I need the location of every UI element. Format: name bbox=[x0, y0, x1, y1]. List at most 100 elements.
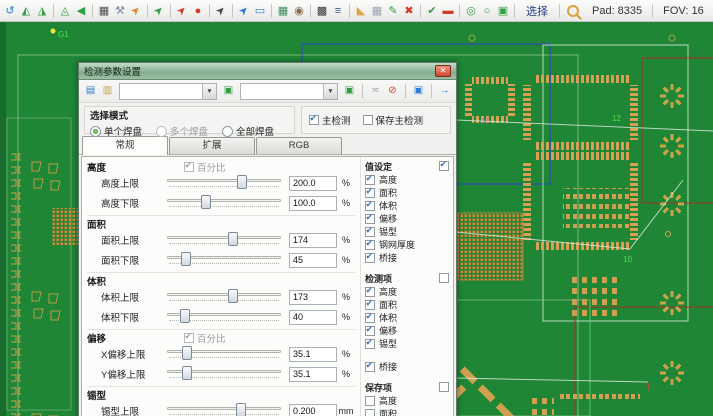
value-field[interactable]: 200.0 bbox=[289, 176, 337, 191]
option-checkbox[interactable]: 面积 bbox=[365, 186, 449, 199]
slider-thumb[interactable] bbox=[201, 195, 211, 209]
image-icon[interactable]: ▦ bbox=[96, 3, 112, 19]
magnifier-icon[interactable] bbox=[567, 5, 579, 17]
adjust-icon[interactable]: ≍ bbox=[368, 84, 383, 99]
open-params-icon[interactable]: ▤ bbox=[83, 84, 98, 99]
slider-thumb[interactable] bbox=[181, 252, 191, 266]
apply-icon[interactable]: ✔ bbox=[424, 3, 440, 19]
option-checkbox[interactable]: 高度 bbox=[365, 394, 449, 407]
select-mode-button[interactable]: 选择 bbox=[526, 3, 548, 19]
main-detect-checkbox[interactable]: 主检测 bbox=[309, 113, 351, 127]
checkbox-icon bbox=[365, 313, 375, 323]
close-button[interactable]: ✕ bbox=[435, 65, 451, 77]
slider-thumb[interactable] bbox=[228, 289, 238, 303]
slider-thumb[interactable] bbox=[182, 366, 192, 380]
slider-4-0[interactable] bbox=[167, 403, 281, 416]
value-field[interactable]: 40 bbox=[289, 310, 337, 325]
apply-params2-icon[interactable]: ▣ bbox=[342, 84, 357, 99]
percent-checkbox[interactable]: 百分比 bbox=[184, 160, 226, 174]
square-icon[interactable]: ▣ bbox=[495, 3, 511, 19]
value-field[interactable]: 35.1 bbox=[289, 367, 337, 382]
flip-vertical-icon[interactable]: ◮ bbox=[34, 3, 50, 19]
cone-icon[interactable]: ◀ bbox=[73, 3, 89, 19]
slider-2-0[interactable] bbox=[167, 289, 281, 305]
grid-light-icon[interactable]: ▦ bbox=[369, 3, 385, 19]
apply-params-icon[interactable]: ▣ bbox=[221, 84, 236, 99]
slider-thumb[interactable] bbox=[182, 346, 192, 360]
slider-thumb[interactable] bbox=[228, 232, 238, 246]
chevron-down-icon[interactable]: ▼ bbox=[202, 84, 216, 99]
dialog-titlebar[interactable]: 检测参数设置 ✕ bbox=[79, 63, 456, 80]
circle-icon[interactable]: ○ bbox=[479, 3, 495, 19]
delete-icon[interactable]: ✖ bbox=[401, 3, 417, 19]
slider-0-0[interactable] bbox=[167, 175, 281, 191]
slider-label: 体积下限 bbox=[101, 310, 167, 324]
chevron-down-icon[interactable]: ▼ bbox=[323, 84, 337, 99]
option-checkbox[interactable]: 面积 bbox=[365, 298, 449, 311]
slider-thumb[interactable] bbox=[237, 175, 247, 189]
group-master-checkbox[interactable] bbox=[439, 382, 449, 392]
value-field[interactable]: 173 bbox=[289, 290, 337, 305]
value-field[interactable]: 45 bbox=[289, 253, 337, 268]
grid-icon[interactable]: ▩ bbox=[314, 3, 330, 19]
flip-horizontal-icon[interactable]: ◭ bbox=[18, 3, 34, 19]
slider-track[interactable] bbox=[167, 293, 281, 296]
slider-0-1[interactable] bbox=[167, 195, 281, 211]
option-checkbox[interactable]: 体积 bbox=[365, 199, 449, 212]
option-checkbox[interactable]: 锡型 bbox=[365, 225, 449, 238]
rotate-icon[interactable]: ↺ bbox=[2, 3, 18, 19]
option-checkbox[interactable]: 钢网厚度 bbox=[365, 238, 449, 251]
slider-2-1[interactable] bbox=[167, 309, 281, 325]
option-checkbox[interactable]: 面积 bbox=[365, 407, 449, 416]
sort-az-icon[interactable]: ≡ bbox=[330, 3, 346, 19]
edit-icon[interactable]: ✎ bbox=[385, 3, 401, 19]
option-checkbox[interactable]: 桥接 bbox=[365, 360, 449, 373]
slider-track[interactable] bbox=[167, 236, 281, 239]
slider-1-0[interactable] bbox=[167, 232, 281, 248]
stop-icon[interactable]: ▬ bbox=[440, 3, 456, 19]
save-params-icon[interactable]: ▥ bbox=[100, 84, 115, 99]
cancel-icon[interactable]: ⊘ bbox=[385, 84, 400, 99]
group-master-checkbox[interactable] bbox=[439, 161, 449, 171]
mirror-icon[interactable]: ◬ bbox=[57, 3, 73, 19]
option-checkbox[interactable]: 偏移 bbox=[365, 324, 449, 337]
slider-3-1[interactable] bbox=[167, 366, 281, 382]
option-checkbox[interactable]: 偏移 bbox=[365, 212, 449, 225]
option-checkbox[interactable]: 高度 bbox=[365, 285, 449, 298]
radio-multiple-pads[interactable]: 多个焊盘 bbox=[156, 124, 208, 138]
option-checkbox[interactable]: 体积 bbox=[365, 311, 449, 324]
value-field[interactable]: 0.200 bbox=[289, 404, 337, 416]
ruler-icon[interactable]: ◣ bbox=[353, 3, 369, 19]
save-icon[interactable]: ▣ bbox=[411, 84, 426, 99]
value-field[interactable]: 35.1 bbox=[289, 347, 337, 362]
option-checkbox[interactable]: 桥接 bbox=[365, 251, 449, 264]
option-checkbox[interactable]: 锡型 bbox=[365, 337, 449, 350]
pin-green-icon[interactable]: ➤ bbox=[148, 0, 171, 22]
percent-checkbox[interactable]: 百分比 bbox=[184, 331, 226, 345]
value-field[interactable]: 100.0 bbox=[289, 196, 337, 211]
pin-dark-icon[interactable]: ➤ bbox=[210, 0, 233, 22]
slider-track[interactable] bbox=[167, 199, 281, 202]
value-field[interactable]: 174 bbox=[289, 233, 337, 248]
group-master-checkbox[interactable] bbox=[439, 273, 449, 283]
table-icon[interactable]: ▦ bbox=[275, 3, 291, 19]
tab-general[interactable]: 常规 bbox=[82, 136, 168, 155]
tab-rgb[interactable]: RGB bbox=[256, 137, 342, 154]
slider-1-1[interactable] bbox=[167, 252, 281, 268]
option-label: 钢网厚度 bbox=[379, 238, 415, 251]
param-combo-1[interactable]: ▼ bbox=[119, 83, 217, 100]
slider-thumb[interactable] bbox=[180, 309, 190, 323]
exit-icon[interactable]: → bbox=[437, 84, 452, 99]
param-combo-2[interactable]: ▼ bbox=[240, 83, 338, 100]
tab-extended[interactable]: 扩展 bbox=[169, 137, 255, 154]
camera-icon[interactable]: ◉ bbox=[291, 3, 307, 19]
radio-all-pads[interactable]: 全部焊盘 bbox=[222, 124, 274, 138]
pin-orange-icon[interactable]: ➤ bbox=[125, 0, 148, 22]
save-main-detect-checkbox[interactable]: 保存主检测 bbox=[363, 113, 424, 127]
option-checkbox[interactable]: 高度 bbox=[365, 173, 449, 186]
slider-track[interactable] bbox=[167, 179, 281, 182]
slider-3-0[interactable] bbox=[167, 346, 281, 362]
record-icon[interactable]: ◎ bbox=[463, 3, 479, 19]
slider-track[interactable] bbox=[167, 407, 281, 410]
slider-thumb[interactable] bbox=[236, 403, 246, 416]
